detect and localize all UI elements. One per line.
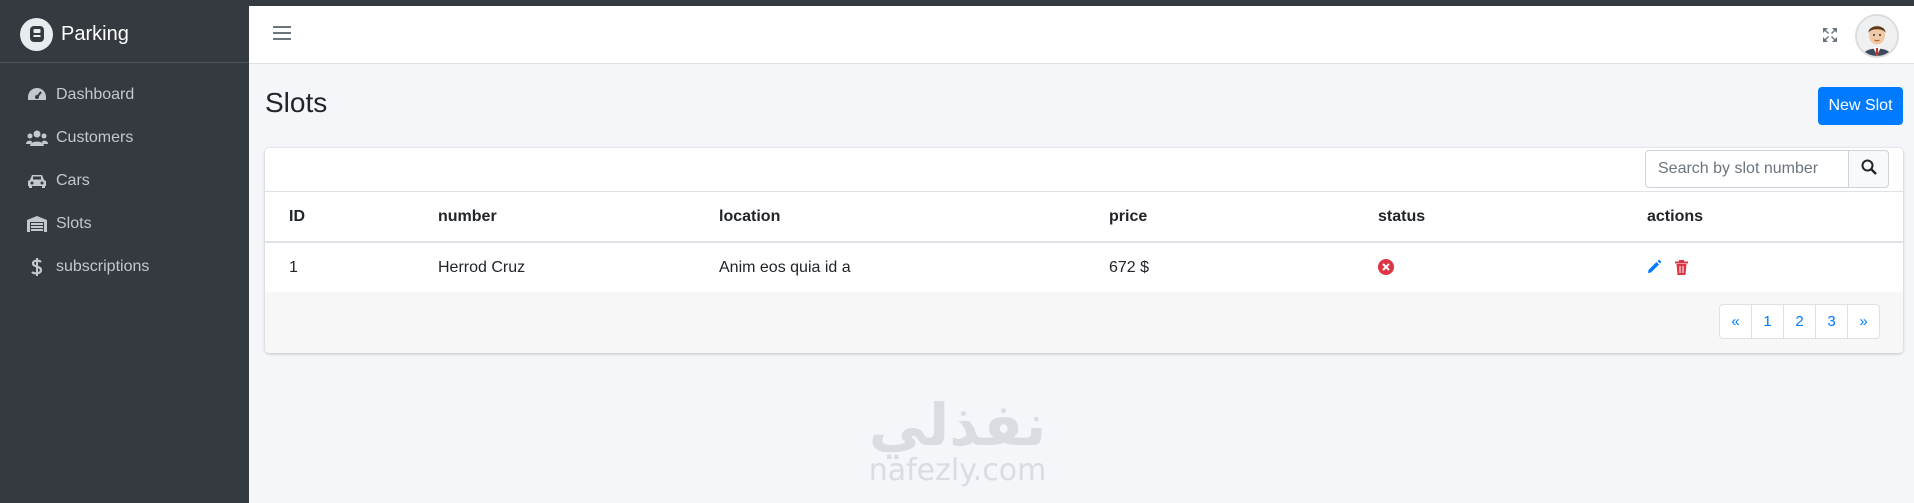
pagination: « 1 2 3 » [1719,304,1880,339]
column-header-location: location [695,192,1085,243]
pagination-next[interactable]: » [1847,304,1880,339]
card-header [265,148,1903,192]
users-icon [26,130,48,146]
slots-table: ID number location price status actions … [265,192,1903,292]
sidebar-item-dashboard[interactable]: Dashboard [0,73,249,116]
pagination-prev[interactable]: « [1719,304,1752,339]
watermark-latin: nafezly.com [868,453,1047,488]
warehouse-icon [26,215,48,233]
delete-icon[interactable] [1675,259,1689,275]
sidebar-item-label: subscriptions [56,257,150,275]
table-row: 1 Herrod Cruz Anim eos quia id a 672 $ [265,242,1903,292]
pagination-page-1[interactable]: 1 [1751,304,1784,339]
fullscreen-icon[interactable] [1821,26,1841,46]
sidebar-item-slots[interactable]: Slots [0,202,249,245]
car-icon [26,173,48,189]
column-header-price: price [1085,192,1354,243]
new-slot-button[interactable]: New Slot [1818,87,1903,125]
dollar-icon [26,257,48,277]
watermark: نفذلي nafezly.com [850,395,1065,487]
sidebar-item-label: Slots [56,214,92,232]
brand-name: Parking [61,22,129,45]
table-header-row: ID number location price status actions [265,192,1903,243]
top-navbar [249,6,1914,64]
parking-logo-icon [20,17,53,51]
cell-id: 1 [289,258,298,276]
brand-link[interactable]: Parking [0,6,249,63]
search-input[interactable] [1645,150,1849,188]
column-header-actions: actions [1623,192,1903,243]
dashboard-icon [26,86,48,104]
sidebar-item-subscriptions[interactable]: subscriptions [0,245,249,288]
cell-status [1354,242,1623,292]
pagination-page-2[interactable]: 2 [1783,304,1816,339]
sidebar-item-label: Dashboard [56,85,135,103]
sidebar-item-label: Customers [56,128,134,146]
watermark-arabic: نفذلي [868,391,1047,459]
search-icon [1861,159,1877,180]
cell-price: 672 $ [1109,258,1150,276]
column-header-number: number [414,192,695,243]
user-avatar[interactable] [1855,14,1899,58]
sidebar-nav: Dashboard Customers Cars Slots subscript… [0,63,249,288]
edit-icon[interactable] [1647,260,1661,274]
status-inactive-icon [1378,259,1394,276]
column-header-id: ID [265,192,414,243]
cell-location: Anim eos quia id a [719,258,851,276]
sidebar: Parking Dashboard Customers Cars Slots s… [0,6,249,503]
cell-actions [1623,242,1903,292]
sidebar-item-cars[interactable]: Cars [0,159,249,202]
sidebar-item-customers[interactable]: Customers [0,116,249,159]
sidebar-item-label: Cars [56,171,90,189]
menu-toggle-icon[interactable] [273,26,291,42]
slots-card: ID number location price status actions … [265,148,1903,353]
pagination-page-3[interactable]: 3 [1815,304,1848,339]
card-footer: « 1 2 3 » [265,292,1903,353]
column-header-status: status [1354,192,1623,243]
cell-number: Herrod Cruz [438,258,526,276]
page-title: Slots [265,87,328,118]
search-button[interactable] [1848,150,1889,188]
